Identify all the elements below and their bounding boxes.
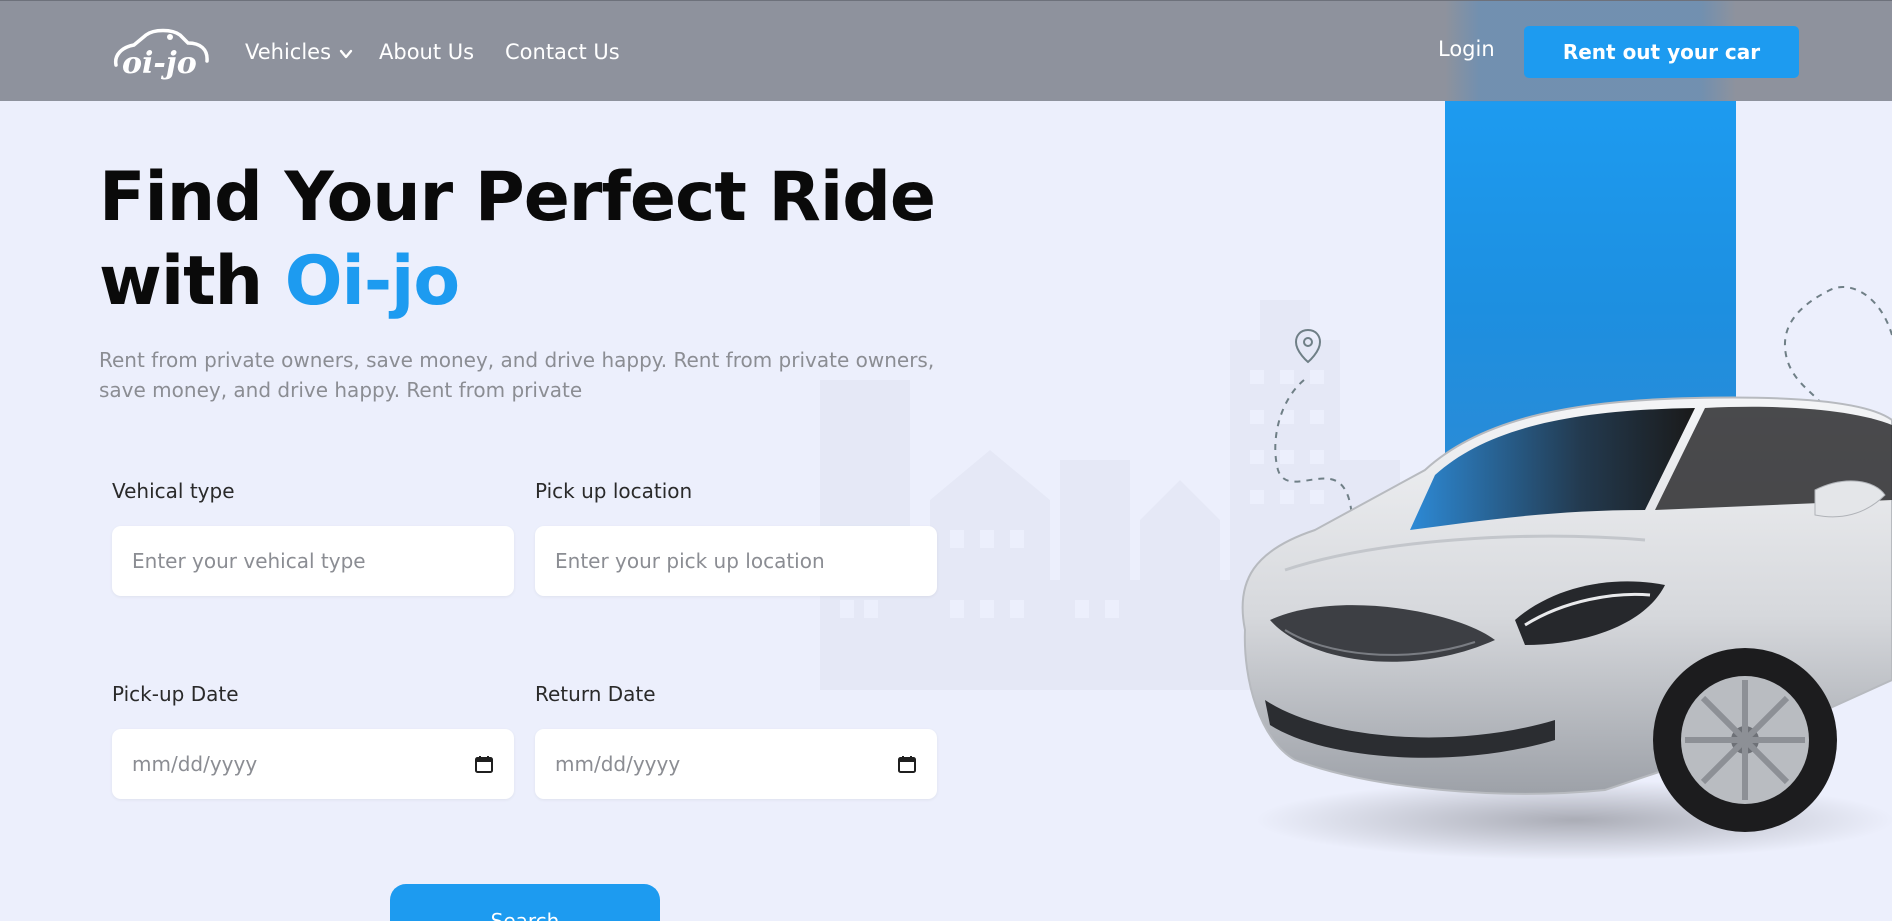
- nav-contact-us[interactable]: Contact Us: [505, 37, 620, 67]
- silver-car-image: [1241, 396, 1892, 860]
- search-button[interactable]: Search: [390, 884, 660, 921]
- login-link[interactable]: Login: [1438, 37, 1495, 61]
- pickup-date-label: Pick-up Date: [112, 682, 239, 706]
- hero-title: Find Your Perfect Ride with Oi-jo: [99, 156, 999, 324]
- oijo-logo[interactable]: oi-jo: [110, 25, 212, 83]
- return-date-input[interactable]: mm/dd/yyyy: [535, 729, 937, 799]
- pickup-date-input[interactable]: mm/dd/yyyy: [112, 729, 514, 799]
- return-date-label: Return Date: [535, 682, 656, 706]
- vehicle-type-placeholder: Enter your vehical type: [132, 549, 366, 573]
- nav-vehicles-label: Vehicles: [245, 40, 332, 64]
- location-pin-icon: [1294, 328, 1322, 364]
- nav-about-us[interactable]: About Us: [379, 37, 474, 67]
- hero-title-line1: Find Your Perfect Ride: [99, 158, 936, 237]
- pickup-location-label: Pick up location: [535, 479, 693, 503]
- hero-title-brand: Oi-jo: [284, 242, 460, 321]
- hero-subtitle: Rent from private owners, save money, an…: [99, 348, 935, 402]
- calendar-icon[interactable]: [474, 754, 494, 774]
- rent-out-car-button[interactable]: Rent out your car: [1524, 26, 1799, 78]
- vehicle-type-input[interactable]: Enter your vehical type: [112, 526, 514, 596]
- nav-vehicles[interactable]: Vehicles: [245, 37, 353, 67]
- chevron-down-icon: [339, 49, 353, 59]
- return-date-placeholder: mm/dd/yyyy: [555, 752, 681, 776]
- svg-text:oi-jo: oi-jo: [122, 46, 197, 81]
- pickup-date-placeholder: mm/dd/yyyy: [132, 752, 258, 776]
- pickup-location-placeholder: Enter your pick up location: [555, 549, 825, 573]
- pickup-location-input[interactable]: Enter your pick up location: [535, 526, 937, 596]
- calendar-icon[interactable]: [897, 754, 917, 774]
- hero-title-line2-prefix: with: [99, 242, 285, 321]
- vehicle-type-label: Vehical type: [112, 479, 235, 503]
- top-navbar: oi-jo Vehicles About Us Contact Us Login…: [0, 0, 1892, 102]
